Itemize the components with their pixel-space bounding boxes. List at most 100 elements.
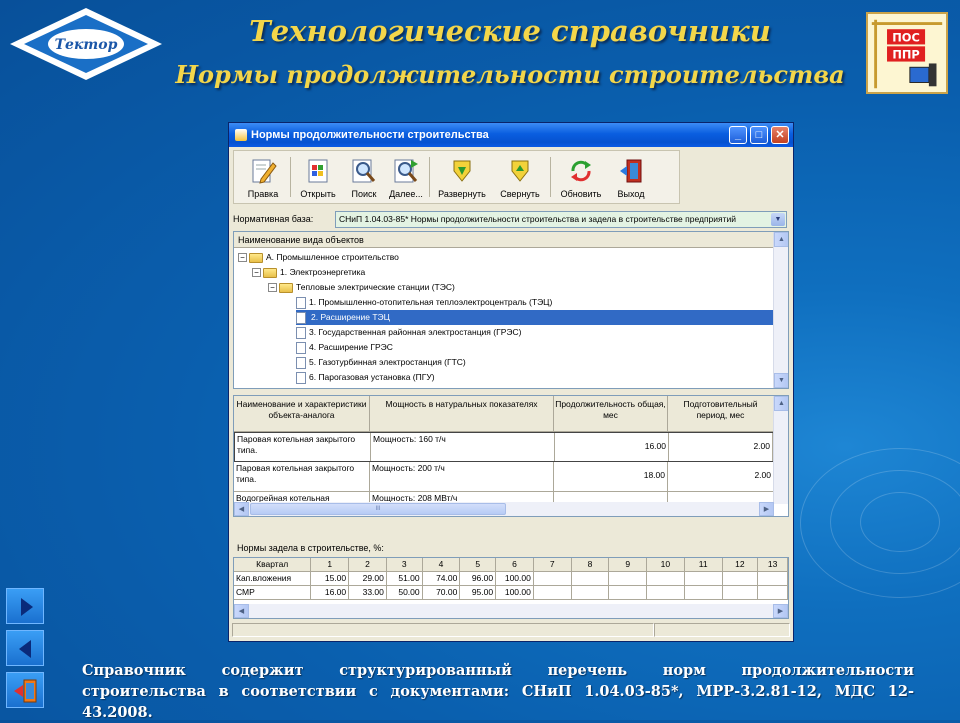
tree-node-label: 5. Газотурбинная электростанция (ГТС) — [309, 357, 466, 367]
norm-base-row: Нормативная база: СНиП 1.04.03-85* Нормы… — [233, 210, 787, 228]
zadel-cell: 95.00 — [460, 586, 497, 600]
slide-subtitle: Нормы продолжительности строительства — [175, 60, 845, 89]
scroll-up-button[interactable]: ▲ — [774, 232, 788, 247]
scroll-left-button[interactable]: ◀ — [234, 502, 249, 516]
zadel-row-smr[interactable]: СМР 16.00 33.00 50.00 70.00 95.00 100.00 — [234, 586, 788, 600]
cell-prep: 2.00 — [669, 433, 773, 461]
zadel-cell: 100.00 — [496, 572, 534, 586]
zadel-table: Квартал 1 2 3 4 5 6 7 8 9 10 11 12 13 Ка… — [233, 557, 789, 619]
zadel-header-cell: Квартал — [234, 558, 312, 572]
exit-icon — [620, 159, 642, 183]
document-icon — [296, 341, 306, 354]
tree-node[interactable]: − 1. Электроэнергетика — [252, 265, 365, 280]
tree-node-label: 1. Электроэнергетика — [280, 267, 366, 277]
window-title: Нормы продолжительности строительства — [251, 129, 489, 141]
tree-node-label: Тепловые электрические станции (ТЭС) — [296, 282, 455, 292]
close-button[interactable]: ✕ — [771, 126, 789, 144]
zadel-cell: 100.00 — [496, 586, 534, 600]
grid-header-name[interactable]: Наименование и характеристики объекта-ан… — [234, 396, 370, 431]
scroll-thumb[interactable]: III — [250, 503, 506, 515]
tree-node[interactable]: 5. Газотурбинная электростанция (ГТС) — [296, 355, 466, 370]
pos-ppr-logo: ПОС ППР — [866, 12, 948, 94]
zadel-cell: 96.00 — [460, 572, 497, 586]
collapse-toggle[interactable]: − — [252, 268, 261, 277]
slide-description: Справочник содержит структурированный пе… — [82, 660, 914, 723]
document-icon — [296, 326, 306, 339]
zadel-cell — [722, 586, 759, 600]
collapse-button[interactable]: Свернуть — [492, 151, 548, 203]
table-row[interactable]: Паровая котельная закрытого типа. Мощнос… — [234, 432, 774, 462]
window-titlebar[interactable]: Нормы продолжительности строительства _ … — [229, 123, 793, 147]
tree-node-label: 4. Расширение ГРЭС — [309, 342, 393, 352]
maximize-button[interactable]: □ — [750, 126, 768, 144]
exit-label: Выход — [617, 189, 645, 199]
collapse-toggle[interactable]: − — [268, 283, 277, 292]
scroll-up-button[interactable]: ▲ — [774, 396, 788, 411]
zadel-cell: 15.00 — [311, 572, 350, 586]
scroll-right-button[interactable]: ▶ — [759, 502, 774, 516]
grid-vertical-scrollbar[interactable]: ▲ — [773, 396, 788, 504]
tree-node[interactable]: 1. Промышленно-отопительная теплоэлектро… — [296, 295, 552, 310]
minimize-button[interactable]: _ — [729, 126, 747, 144]
tree-node-label: 6. Парогазовая установка (ПГУ) — [309, 372, 435, 382]
zadel-cell — [722, 572, 759, 586]
search-next-label: Далее... — [389, 189, 423, 199]
search-button[interactable]: Поиск — [343, 151, 385, 203]
zadel-row-name: СМР — [234, 586, 312, 600]
tree-node[interactable]: − А. Промышленное строительство — [238, 250, 399, 265]
scroll-left-button[interactable]: ◀ — [234, 604, 249, 618]
collapse-toggle[interactable]: − — [238, 253, 247, 262]
grid-header-power[interactable]: Мощность в натуральных показателях — [370, 396, 554, 431]
zadel-cell: 70.00 — [422, 586, 461, 600]
exit-button[interactable]: Выход — [609, 151, 653, 203]
search-next-icon — [394, 159, 418, 183]
open-label: Открыть — [300, 189, 336, 199]
edit-button[interactable]: Правка — [238, 151, 288, 203]
zadel-row-capital[interactable]: Кап.вложения 15.00 29.00 51.00 74.00 96.… — [234, 572, 788, 586]
zadel-cell: 33.00 — [349, 586, 387, 600]
expand-button[interactable]: Развернуть — [432, 151, 492, 203]
toolbar-separator — [290, 157, 291, 197]
prev-slide-button[interactable] — [6, 630, 44, 666]
grid-header-prep[interactable]: Подготовительный период, мес — [668, 396, 774, 431]
zadel-cell — [571, 586, 610, 600]
table-row[interactable]: Паровая котельная закрытого типа. Мощнос… — [234, 462, 774, 492]
zadel-header-cell: 5 — [460, 558, 497, 572]
tree-node[interactable]: − Тепловые электрические станции (ТЭС) — [268, 280, 455, 295]
zadel-header-cell: 4 — [422, 558, 461, 572]
refresh-button[interactable]: Обновить — [553, 151, 609, 203]
norm-base-value: СНиП 1.04.03-85* Нормы продолжительности… — [339, 214, 737, 224]
grid-header-total[interactable]: Продолжительность общая, мес — [554, 396, 668, 431]
zadel-header-row: Квартал 1 2 3 4 5 6 7 8 9 10 11 12 13 — [234, 558, 788, 572]
tree-header: Наименование вида объектов — [234, 232, 788, 248]
exit-slide-button[interactable] — [6, 672, 44, 708]
norm-base-select[interactable]: СНиП 1.04.03-85* Нормы продолжительности… — [335, 210, 787, 228]
chevron-down-icon[interactable]: ▼ — [771, 212, 785, 226]
tree-node-selected[interactable]: 2. Расширение ТЭЦ — [296, 310, 774, 325]
logo-ppr-text: ППР — [892, 48, 919, 62]
tree-node[interactable]: 6. Парогазовая установка (ПГУ) — [296, 370, 435, 385]
scroll-down-button[interactable]: ▼ — [774, 373, 788, 388]
search-next-button[interactable]: Далее... — [385, 151, 427, 203]
description-line-1: Справочник содержит структурированный пе… — [82, 662, 914, 679]
tree-node[interactable]: 4. Расширение ГРЭС — [296, 340, 393, 355]
scroll-right-button[interactable]: ▶ — [773, 604, 788, 618]
open-icon — [308, 159, 328, 183]
slide-title: Технологические справочники — [249, 14, 771, 48]
background-ripple — [800, 448, 960, 598]
next-slide-button[interactable] — [6, 588, 44, 624]
grid-header: Наименование и характеристики объекта-ан… — [234, 396, 774, 432]
status-panel — [654, 623, 790, 637]
tree-vertical-scrollbar[interactable]: ▲ ▼ — [773, 232, 788, 388]
open-button[interactable]: Открыть — [293, 151, 343, 203]
tree-node-label: 1. Промышленно-отопительная теплоэлектро… — [309, 297, 553, 307]
grid-horizontal-scrollbar[interactable]: ◀ III ▶ — [234, 502, 774, 516]
zadel-row-name: Кап.вложения — [234, 572, 312, 586]
zadel-cell — [533, 572, 572, 586]
zadel-cell — [684, 586, 723, 600]
zadel-header-cell: 3 — [386, 558, 423, 572]
zadel-horizontal-scrollbar[interactable]: ◀ ▶ — [234, 604, 788, 618]
arrow-left-icon — [19, 640, 31, 658]
zadel-cell: 16.00 — [311, 586, 350, 600]
tree-node[interactable]: 3. Государственная районная электростанц… — [296, 325, 521, 340]
